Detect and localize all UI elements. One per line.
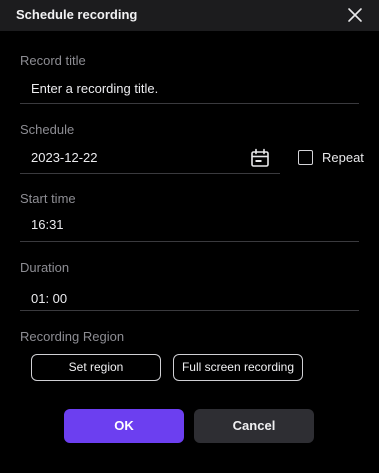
record-title-input[interactable]: Enter a recording title. — [31, 81, 158, 96]
record-title-label: Record title — [20, 53, 86, 68]
dialog-titlebar: Schedule recording — [0, 0, 379, 31]
recording-region-label: Recording Region — [20, 329, 125, 344]
schedule-date-field[interactable]: 2023-12-22 — [31, 150, 98, 165]
start-time-label: Start time — [20, 191, 76, 206]
close-icon[interactable] — [345, 5, 365, 25]
duration-label: Duration — [20, 260, 70, 275]
ok-button[interactable]: OK — [64, 409, 184, 443]
start-time-field[interactable]: 16:31 — [31, 217, 64, 232]
cancel-button[interactable]: Cancel — [194, 409, 314, 443]
duration-field[interactable]: 01: 00 — [31, 291, 67, 306]
dialog-title: Schedule recording — [16, 7, 138, 22]
duration-underline — [20, 310, 359, 311]
repeat-label: Repeat — [322, 150, 364, 165]
schedule-underline — [20, 173, 280, 174]
calendar-icon[interactable] — [250, 148, 270, 168]
set-region-button[interactable]: Set region — [31, 354, 161, 381]
start-time-underline — [20, 241, 359, 242]
repeat-checkbox[interactable] — [298, 150, 313, 165]
record-title-underline — [20, 103, 359, 104]
full-screen-recording-button[interactable]: Full screen recording — [173, 354, 303, 381]
schedule-label: Schedule — [20, 122, 75, 137]
